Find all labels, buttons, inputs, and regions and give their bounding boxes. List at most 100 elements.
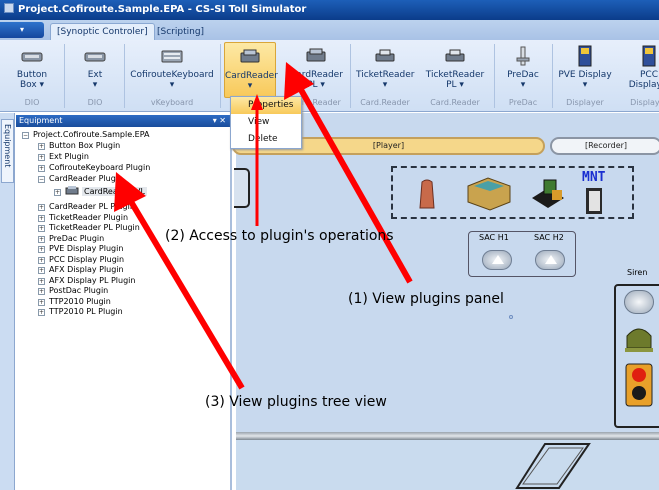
pin-icon[interactable]: ▾ ✕ [213, 115, 226, 127]
button-box-button[interactable]: Button Box ▾ [8, 42, 56, 98]
expand-icon[interactable]: + [38, 299, 45, 306]
expand-icon[interactable]: + [38, 257, 45, 264]
group-label-dio: DIO [87, 98, 103, 107]
tree-node[interactable]: + PVE Display Plugin [38, 244, 123, 254]
card-reader-button[interactable]: CardReader ▾ [224, 42, 278, 98]
expand-icon[interactable]: + [38, 215, 45, 222]
tree-node-label: Button Box Plugin [49, 141, 121, 150]
siren-icon[interactable] [622, 320, 656, 354]
tree-node-child[interactable]: + CardReader_VL [54, 185, 147, 199]
ext-button[interactable]: Ext ▾ [72, 42, 118, 98]
expand-icon[interactable]: + [38, 204, 45, 211]
pve-display-button[interactable]: PVE Display ▾ [558, 42, 612, 98]
expand-icon[interactable]: + [38, 309, 45, 316]
tree-node[interactable]: + PreDac Plugin [38, 234, 104, 244]
cofiroute-keyboard-button[interactable]: CofirouteKeyboard ▾ [130, 42, 214, 98]
expand-icon[interactable]: + [54, 189, 61, 196]
equipment-panel-header: Equipment ▾ ✕ [16, 115, 230, 127]
ticket-reader-label: TicketReader [356, 70, 415, 80]
tree-node-label: TTP2010 PL Plugin [49, 307, 123, 316]
card-reader-pl-label: CardReader PL [290, 70, 343, 90]
display-icon [578, 45, 592, 67]
lane-marker-shape [515, 443, 591, 489]
tree-node-label: TicketReader PL Plugin [49, 223, 140, 232]
group-label-displayer: Displayer [630, 98, 659, 107]
siren-label: Siren [627, 268, 648, 277]
window-title: Project.Cofiroute.Sample.EPA - CS-SI Tol… [18, 4, 307, 15]
tree-node[interactable]: + Ext Plugin [38, 152, 89, 162]
left-device-frame [234, 168, 250, 208]
tree-node[interactable]: − CardReader Plugin [38, 174, 123, 184]
app-icon [4, 3, 14, 13]
button-box-label: Button Box [16, 70, 48, 90]
predac-button[interactable]: PreDac ▾ [500, 42, 546, 98]
expand-icon[interactable]: + [38, 267, 45, 274]
ticket-reader-button[interactable]: TicketReader ▾ [356, 42, 414, 98]
collapse-icon[interactable]: − [38, 176, 45, 183]
recorder-bar[interactable]: [Recorder] [550, 137, 659, 155]
display-icon [642, 45, 656, 67]
barrier-icon[interactable] [414, 178, 440, 210]
expand-icon[interactable]: + [38, 236, 45, 243]
tree-node[interactable]: + Button Box Plugin [38, 141, 120, 151]
card-reader-pl-button[interactable]: CardReader PL ▾ [290, 42, 343, 98]
sac-h1-button[interactable] [482, 250, 512, 270]
annotation-1: (1) View plugins panel [348, 291, 504, 307]
collapse-icon[interactable]: − [22, 132, 29, 139]
tree-node[interactable]: + PostDac Plugin [38, 286, 108, 296]
menu-item-properties[interactable]: Properties [231, 97, 301, 114]
group-label-vkeyboard: vKeyboard [150, 98, 194, 107]
device-icon [84, 52, 106, 62]
expand-icon[interactable]: + [38, 225, 45, 232]
traffic-light-icon[interactable] [624, 362, 654, 408]
tree-node[interactable]: + PCC Display Plugin [38, 255, 124, 265]
card-dispenser-icon[interactable] [528, 172, 572, 212]
card-reader-icon [240, 49, 260, 63]
title-bar: Project.Cofiroute.Sample.EPA - CS-SI Tol… [0, 0, 659, 20]
anchor-dot [509, 315, 513, 319]
ticket-box-icon[interactable] [464, 172, 514, 212]
group-label-card-reader: Card.Reader [430, 98, 480, 107]
tree-node[interactable]: + TTP2010 Plugin [38, 297, 111, 307]
tree-node[interactable]: + AFX Display Plugin [38, 265, 124, 275]
tree-node[interactable]: + TicketReader PL Plugin [38, 223, 140, 233]
tree-node[interactable]: + TTP2010 PL Plugin [38, 307, 123, 317]
canvas-lower-area [236, 440, 659, 490]
tree-node-label: CardReader PL Plugin [49, 202, 135, 211]
pcc-display-button[interactable]: PCC Display ▾ [624, 42, 659, 98]
menu-item-delete[interactable]: Delete [231, 131, 301, 148]
tree-node-label: TicketReader Plugin [49, 213, 129, 222]
expand-icon[interactable]: + [38, 246, 45, 253]
expand-icon[interactable]: + [38, 165, 45, 172]
tree-node-label: CofirouteKeyboard Plugin [49, 163, 151, 172]
equipment-tree: − Project.Cofiroute.Sample.EPA + Button Bo… [16, 127, 232, 490]
tree-node[interactable]: + TicketReader Plugin [38, 213, 128, 223]
ticket-reader-pl-button[interactable]: TicketReader PL ▾ [424, 42, 486, 98]
expand-icon[interactable]: + [38, 154, 45, 161]
equipment-side-tab[interactable]: Equipment [1, 119, 14, 183]
door-icon[interactable] [582, 186, 608, 216]
cofiroute-keyboard-label: CofirouteKeyboard [130, 70, 214, 80]
tree-node[interactable]: + AFX Display PL Plugin [38, 276, 135, 286]
ribbon-separator [494, 44, 495, 108]
tree-node-label: AFX Display PL Plugin [49, 276, 136, 285]
sac-h2-button[interactable] [535, 250, 565, 270]
siren-up-button[interactable] [624, 290, 654, 314]
application-menu-button[interactable]: ▾ [0, 22, 44, 38]
ribbon-separator [350, 44, 351, 108]
tab-scripting[interactable]: [Scripting] [150, 23, 211, 40]
tree-node[interactable]: + CardReader PL Plugin [38, 202, 135, 212]
tree-root-label: Project.Cofiroute.Sample.EPA [33, 130, 150, 139]
menu-item-view[interactable]: View [231, 114, 301, 131]
tree-node[interactable]: + CofirouteKeyboard Plugin [38, 163, 150, 173]
expand-icon[interactable]: + [38, 143, 45, 150]
expand-icon[interactable]: + [38, 278, 45, 285]
card-reader-dropdown-menu: Properties View Delete [230, 96, 302, 149]
tree-node-label: PreDac Plugin [49, 234, 105, 243]
card-reader-icon [306, 48, 326, 62]
tab-synoptic-controler[interactable]: [Synoptic Controler] [50, 23, 155, 40]
expand-icon[interactable]: + [38, 288, 45, 295]
group-label-predac: PreDac [508, 98, 538, 107]
tree-root[interactable]: − Project.Cofiroute.Sample.EPA [22, 130, 150, 140]
ticket-reader-icon [445, 49, 465, 62]
